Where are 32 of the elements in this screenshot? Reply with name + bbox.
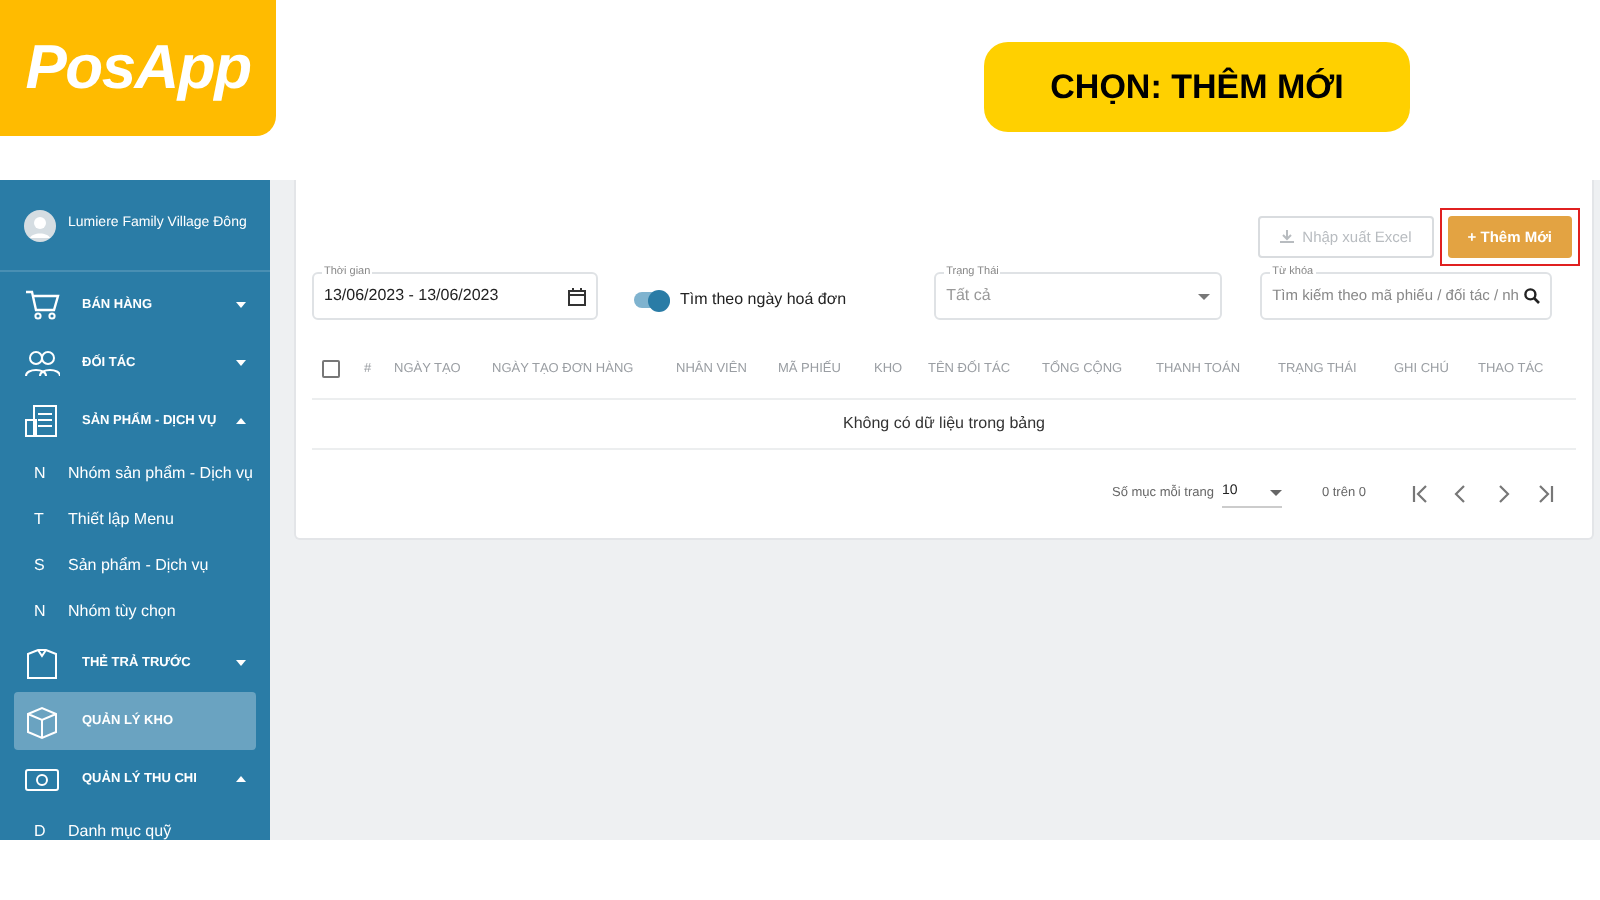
first-page-icon[interactable] bbox=[1410, 484, 1430, 505]
document-icon bbox=[24, 403, 60, 439]
instruction-banner: CHỌN: THÊM MỚI bbox=[984, 42, 1410, 132]
avatar-icon bbox=[24, 209, 56, 241]
dropdown-caret-icon bbox=[1269, 490, 1282, 497]
toggle-label: Tìm theo ngày hoá đơn bbox=[680, 288, 847, 312]
menu-item-initial: N bbox=[34, 461, 46, 485]
shirt-icon bbox=[24, 645, 60, 681]
calendar-icon bbox=[568, 287, 586, 305]
last-page-icon[interactable] bbox=[1536, 484, 1556, 505]
submenu-item[interactable]: Thiết lập Menu bbox=[68, 507, 174, 531]
submenu-item[interactable]: Nhóm sản phẩm - Dịch vụ bbox=[68, 461, 253, 485]
menu-item-initial: D bbox=[34, 819, 46, 840]
logo: PosApp bbox=[25, 29, 251, 106]
select-all-checkbox[interactable] bbox=[322, 360, 340, 379]
field-value: Tất cả bbox=[946, 284, 993, 308]
cart-icon bbox=[24, 287, 60, 323]
menu-item-initial: T bbox=[34, 507, 46, 531]
people-icon bbox=[24, 345, 60, 381]
dropdown-caret-icon bbox=[1198, 293, 1211, 299]
toggle-switch[interactable] bbox=[634, 292, 670, 308]
field-value: 13/06/2023 - 13/06/2023 bbox=[324, 284, 501, 308]
menu-item-initial: N bbox=[34, 599, 46, 623]
submenu-item[interactable]: Sản phẩm - Dịch vụ bbox=[68, 553, 209, 577]
box-icon bbox=[24, 703, 60, 739]
submenu-item[interactable]: Danh mục quỹ bbox=[68, 819, 172, 840]
search-icon bbox=[1524, 288, 1541, 304]
next-page-icon[interactable] bbox=[1494, 484, 1514, 505]
download-icon bbox=[1280, 230, 1295, 244]
menu-item-initial: S bbox=[34, 553, 46, 577]
submenu-item[interactable]: Nhóm tùy chọn bbox=[68, 599, 176, 623]
empty-table-message: Không có dữ liệu trong bảng bbox=[843, 412, 1045, 437]
